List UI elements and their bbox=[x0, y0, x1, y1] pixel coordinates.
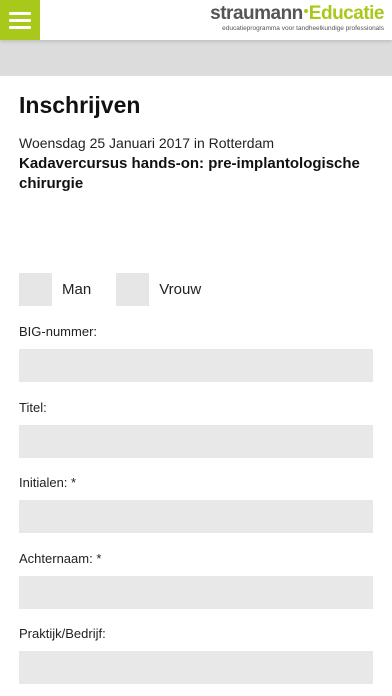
main-content: Inschrijven Woensdag 25 Januari 2017 in … bbox=[19, 76, 373, 194]
big-number-input[interactable] bbox=[19, 349, 373, 382]
gender-label-vrouw: Vrouw bbox=[159, 281, 202, 298]
practice-field: Praktijk/Bedrijf: bbox=[19, 626, 373, 684]
logo-dot bbox=[303, 8, 308, 13]
title-label: Titel: bbox=[19, 400, 47, 415]
title-field: Titel: bbox=[19, 400, 373, 458]
practice-input[interactable] bbox=[19, 651, 373, 684]
logo-tagline: educatieprogramma voor tandheelkundige p… bbox=[222, 25, 384, 32]
initials-field: Initialen: * bbox=[19, 475, 373, 533]
gender-checkbox-man[interactable] bbox=[19, 273, 52, 306]
last-name-label: Achternaam: * bbox=[19, 551, 102, 566]
gender-selector: Man Vrouw bbox=[19, 273, 226, 306]
header-band bbox=[0, 40, 392, 76]
hamburger-icon-bar bbox=[9, 18, 31, 22]
big-number-label: BIG-nummer: bbox=[19, 324, 98, 339]
page-title: Inschrijven bbox=[19, 92, 141, 118]
event-name: Kadavercursus hands-on: pre-implantologi… bbox=[19, 155, 360, 192]
initials-label: Initialen: * bbox=[19, 475, 77, 490]
last-name-field: Achternaam: * bbox=[19, 551, 373, 609]
top-bar: straumann Educatie educatieprogramma voor… bbox=[0, 0, 392, 40]
logo-brand: straumann bbox=[210, 3, 303, 24]
practice-label: Praktijk/Bedrijf: bbox=[19, 626, 106, 641]
title-input[interactable] bbox=[19, 425, 373, 458]
initials-input[interactable] bbox=[19, 500, 373, 533]
gender-checkbox-vrouw[interactable] bbox=[116, 273, 150, 306]
logo-edu: Educatie bbox=[308, 3, 385, 24]
big-number-field: BIG-nummer: bbox=[19, 324, 373, 382]
event-date: Woensdag 25 Januari 2017 in Rotterdam bbox=[19, 135, 275, 151]
hamburger-icon bbox=[9, 11, 31, 15]
last-name-input[interactable] bbox=[19, 576, 373, 609]
menu-button[interactable] bbox=[0, 0, 40, 40]
hamburger-icon-bar bbox=[9, 25, 31, 29]
straumann-educatie-logo[interactable]: straumann Educatie educatieprogramma voor… bbox=[210, 4, 384, 33]
gender-label-man: Man bbox=[62, 281, 92, 298]
